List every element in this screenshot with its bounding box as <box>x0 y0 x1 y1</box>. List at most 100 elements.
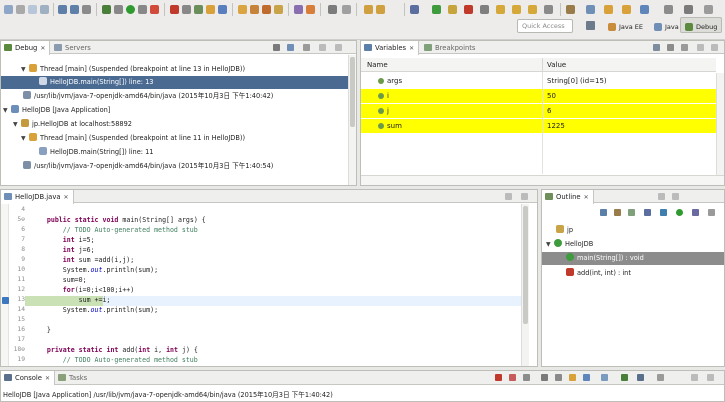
chevron-down-icon[interactable]: ▼ <box>13 119 21 131</box>
history-forward-icon[interactable] <box>664 5 673 14</box>
hide-nonpublic-icon[interactable] <box>660 209 667 216</box>
pin-console-icon[interactable] <box>601 374 608 381</box>
run-icon[interactable] <box>126 5 135 14</box>
remove-terminated-icon[interactable] <box>273 44 280 51</box>
step-filter-icon[interactable] <box>328 5 337 14</box>
close-icon[interactable]: ✕ <box>45 375 50 382</box>
toggle-mark-icon[interactable] <box>306 5 315 14</box>
tree-launch[interactable]: ▼ HelloJDB [Java Application] <box>3 104 110 116</box>
new-package-icon[interactable] <box>206 5 215 14</box>
minimize-icon[interactable] <box>691 374 698 381</box>
close-icon[interactable]: ✕ <box>584 194 589 201</box>
previous-annotation-icon[interactable] <box>376 5 385 14</box>
disconnect-icon[interactable] <box>480 5 489 14</box>
code-area[interactable]: 4 5⊖ public static void main(String[] arg… <box>1 206 521 366</box>
collapse-all-icon[interactable] <box>600 209 607 216</box>
code-line[interactable]: } <box>31 326 51 334</box>
step-return-icon[interactable] <box>528 5 537 14</box>
open-type-icon[interactable] <box>238 5 247 14</box>
code-line[interactable]: int i=5; <box>31 236 95 244</box>
maximize-icon[interactable] <box>711 44 718 51</box>
step-into-icon[interactable] <box>496 5 505 14</box>
view-menu-icon[interactable] <box>681 44 688 51</box>
close-icon[interactable]: ✕ <box>40 45 45 52</box>
next-annotation-icon[interactable] <box>364 5 373 14</box>
maximize-icon[interactable] <box>335 44 342 51</box>
minimize-icon[interactable] <box>319 44 326 51</box>
print-icon[interactable] <box>82 5 91 14</box>
perspective-java-ee[interactable]: Java EE <box>604 17 647 33</box>
tree-process-2[interactable]: /usr/lib/jvm/java-7-openjdk-amd64/bin/ja… <box>23 160 273 172</box>
drop-to-frame-icon[interactable] <box>544 5 553 14</box>
tree-thread-1[interactable]: ▼ Thread [main] (Suspended (breakpoint at… <box>21 63 245 75</box>
open-console-icon[interactable] <box>637 374 644 381</box>
back-icon[interactable] <box>586 5 595 14</box>
step-over-icon[interactable] <box>512 5 521 14</box>
editor-scrollbar[interactable] <box>521 204 529 366</box>
code-line[interactable]: private static int add(int i, int j) { <box>31 346 198 354</box>
code-line[interactable]: System.out.println(sum); <box>31 306 158 314</box>
chevron-down-icon[interactable]: ▼ <box>21 64 29 76</box>
remove-launch-icon[interactable] <box>509 374 516 381</box>
resume-icon[interactable] <box>432 5 441 14</box>
navigate-icon[interactable] <box>622 5 631 14</box>
search-icon[interactable] <box>262 5 271 14</box>
chevron-down-icon[interactable]: ▼ <box>3 105 11 117</box>
open-perspective-icon[interactable] <box>586 21 595 30</box>
chevron-down-icon[interactable]: ▼ <box>21 133 29 145</box>
save-icon[interactable] <box>58 5 67 14</box>
code-line[interactable]: // TODO Auto-generated method stub <box>31 226 198 234</box>
paste-icon[interactable] <box>40 5 49 14</box>
use-step-filters-icon[interactable] <box>410 5 419 14</box>
save-all-icon[interactable] <box>70 5 79 14</box>
hide-local-types-icon[interactable] <box>676 209 683 216</box>
open-task-icon[interactable] <box>250 5 259 14</box>
hide-static-icon[interactable] <box>644 209 651 216</box>
tab-servers[interactable]: Servers <box>51 41 95 54</box>
skip-breakpoints-icon[interactable] <box>342 5 351 14</box>
overflow-icon[interactable] <box>704 5 713 14</box>
variables-detail-pane[interactable] <box>361 175 724 185</box>
chevron-down-icon[interactable]: ▼ <box>546 239 554 251</box>
terminate-icon[interactable] <box>170 5 179 14</box>
variable-row-sum[interactable]: sum 1225 <box>361 119 716 133</box>
use-step-filters-icon[interactable] <box>287 44 294 51</box>
column-header-value[interactable]: Value <box>547 61 566 69</box>
tab-variables[interactable]: Variables ✕ <box>361 41 420 55</box>
sort-icon[interactable] <box>614 209 621 216</box>
dropdown-arrow-icon[interactable] <box>182 5 191 14</box>
minimize-icon[interactable] <box>697 44 704 51</box>
code-line[interactable]: int sum =add(i,j); <box>31 256 134 264</box>
dropdown-arrow-icon[interactable] <box>114 5 123 14</box>
scroll-lock-icon[interactable] <box>555 374 562 381</box>
dropdown-arrow-icon[interactable] <box>16 5 25 14</box>
debug-scrollbar[interactable] <box>348 55 356 185</box>
outline-item-add[interactable]: add(int, int) : int <box>566 267 631 279</box>
perspective-java[interactable]: Java <box>650 17 683 33</box>
outline-item-package[interactable]: jp <box>556 224 573 236</box>
quick-access-field[interactable]: Quick Access <box>517 19 573 33</box>
column-header-name[interactable]: Name <box>367 61 388 69</box>
new-class-icon[interactable] <box>218 5 227 14</box>
display-selected-console-icon[interactable] <box>621 374 628 381</box>
pen-icon[interactable] <box>274 5 283 14</box>
tree-stack-frame-1[interactable]: HelloJDB.main(String[]) line: 13 <box>39 76 154 88</box>
link-with-editor-icon[interactable] <box>692 209 699 216</box>
maximize-icon[interactable] <box>672 193 679 200</box>
show-on-output-icon[interactable] <box>583 374 590 381</box>
close-icon[interactable]: ✕ <box>409 45 414 52</box>
dropdown-arrow-icon[interactable] <box>138 5 147 14</box>
scroll-thumb[interactable] <box>523 206 528 324</box>
tab-console[interactable]: Console ✕ <box>1 371 56 385</box>
code-line[interactable]: // TODO Auto-generated method stub <box>31 356 198 364</box>
tree-thread-2[interactable]: ▼ Thread [main] (Suspended (breakpoint at… <box>21 132 245 144</box>
remove-all-terminated-icon[interactable] <box>523 374 530 381</box>
copy-icon[interactable] <box>28 5 37 14</box>
variable-row-j[interactable]: j 6 <box>361 104 716 118</box>
external-tools-icon[interactable] <box>150 5 159 14</box>
perspective-debug[interactable]: Debug <box>680 17 723 33</box>
code-line[interactable]: int j=6; <box>31 246 95 254</box>
clear-console-icon[interactable] <box>541 374 548 381</box>
new-icon[interactable] <box>4 5 13 14</box>
maximize-icon[interactable] <box>707 374 714 381</box>
